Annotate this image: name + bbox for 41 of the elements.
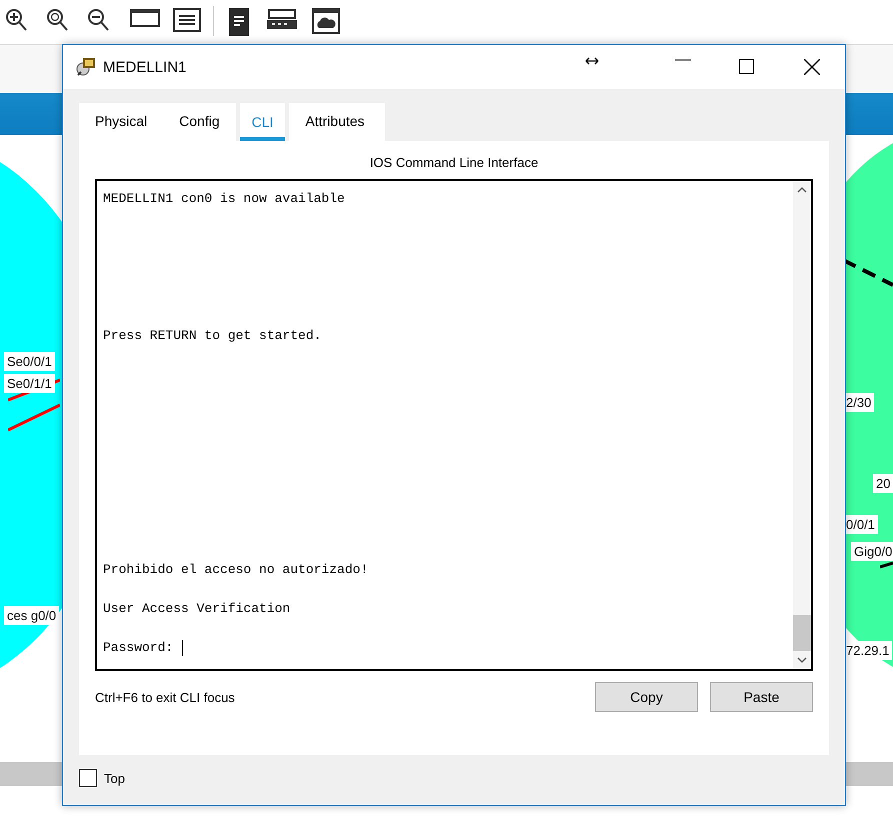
- terminal-area[interactable]: MEDELLIN1 con0 is now available Press RETURN to get started. Prohibido el acceso no autorizado! User Access Verification Password:: [95, 179, 813, 671]
- interface-label: 20: [873, 474, 893, 493]
- window-title: MEDELLIN1: [103, 58, 186, 76]
- tab[interactable]: Attributes: [289, 103, 385, 141]
- list-window-icon[interactable]: [173, 8, 201, 32]
- interface-label: 0/0/1: [843, 515, 878, 534]
- interface-label: ces g0/0: [4, 606, 60, 625]
- text-cursor: [182, 640, 184, 656]
- terminal-line: MEDELLIN1 con0 is now available: [103, 190, 346, 208]
- terminal-line: User Access Verification: [103, 600, 292, 618]
- hint-text: Ctrl+F6 to exit CLI focus: [95, 690, 235, 704]
- scrollbar-thumb[interactable]: [793, 614, 811, 651]
- document-icon[interactable]: [229, 8, 249, 36]
- panel-heading: IOS Command Line Interface: [368, 154, 540, 172]
- action-button[interactable]: Copy: [595, 682, 698, 712]
- action-button[interactable]: Paste: [710, 682, 813, 712]
- tab[interactable]: Physical: [79, 103, 164, 141]
- tab[interactable]: Config: [163, 103, 236, 141]
- cloud-image-icon[interactable]: [312, 8, 340, 34]
- window-icon[interactable]: [130, 8, 160, 28]
- minimize-icon[interactable]: [675, 59, 691, 61]
- checkbox[interactable]: [79, 769, 97, 787]
- interface-label: Gig0/0: [851, 542, 893, 561]
- terminal-line: Prohibido el acceso no autorizado!: [103, 561, 370, 579]
- interface-label: Se0/0/1: [4, 352, 55, 371]
- zoom-in-icon[interactable]: [6, 8, 28, 32]
- terminal-line: Press RETURN to get started.: [103, 327, 322, 345]
- server-rack-icon[interactable]: [267, 8, 297, 32]
- interface-label: Se0/1/1: [4, 374, 55, 393]
- maximize-icon[interactable]: [739, 59, 754, 74]
- checkbox-label: Top: [104, 770, 125, 786]
- tab[interactable]: CLI: [240, 103, 286, 141]
- router-icon: [75, 56, 97, 78]
- resize-arrows-icon: [585, 57, 599, 65]
- interface-label: 2/30: [843, 393, 874, 412]
- scroll-down-icon[interactable]: [797, 657, 807, 663]
- terminal-line: Password:: [103, 639, 174, 657]
- link-line: [880, 561, 893, 569]
- dashed-link-line: [843, 258, 893, 287]
- scroll-up-icon[interactable]: [797, 187, 807, 193]
- close-icon[interactable]: [804, 59, 820, 75]
